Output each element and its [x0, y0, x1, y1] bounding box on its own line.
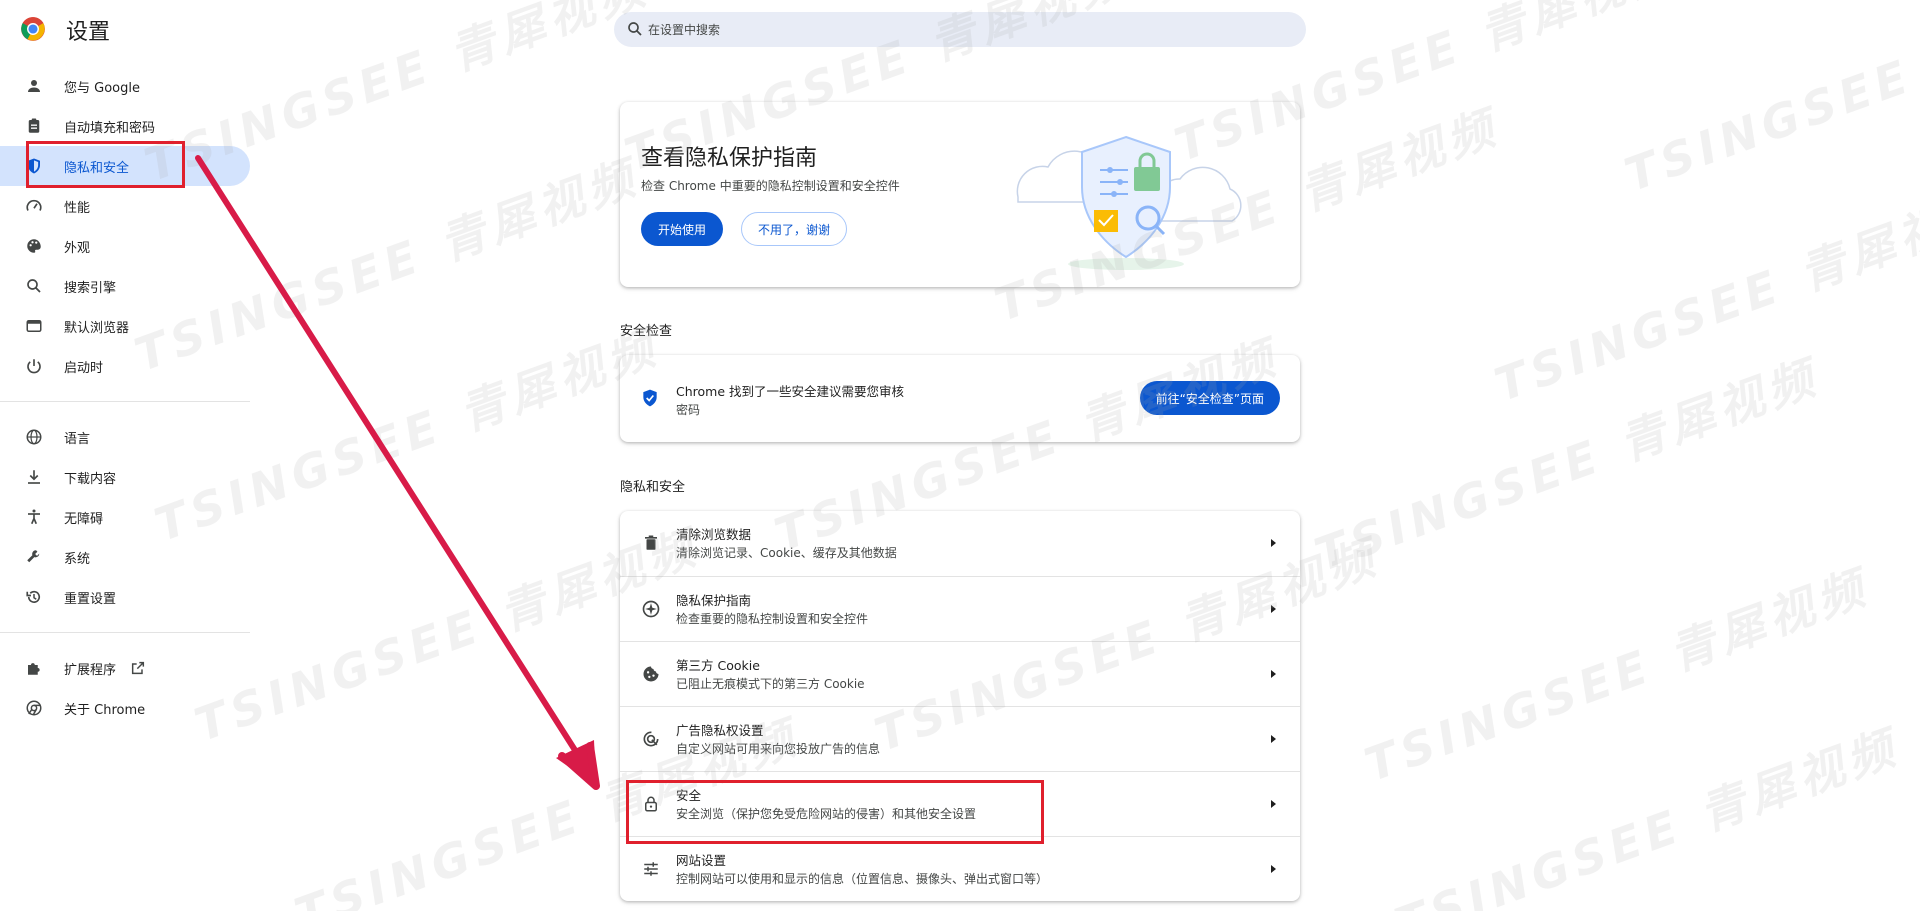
watermark-text: TSINGSEE 青犀视频 [1357, 559, 1877, 793]
privacy-guide-title: 查看隐私保护指南 [641, 146, 818, 171]
sidebar-item-label: 下载内容 [64, 471, 117, 487]
sidebar-item-you-and-google[interactable]: 您与 Google [0, 66, 250, 106]
sidebar-item-downloads[interactable]: 下载内容 [0, 457, 250, 497]
ad-privacy-row[interactable]: 广告隐私权设置 自定义网站可用来向您投放广告的信息 [620, 706, 1300, 771]
speedometer-icon [24, 196, 44, 216]
external-link-icon [130, 659, 148, 677]
sidebar-item-label: 外观 [64, 240, 91, 256]
globe-icon [24, 427, 44, 447]
sidebar-item-extensions[interactable]: 扩展程序 [0, 648, 250, 688]
safety-check-heading: 安全检查 [620, 324, 673, 339]
sidebar-item-label: 自动填充和密码 [64, 120, 156, 136]
watermark-text: TSINGSEE 青犀视频 [1487, 179, 1920, 413]
download-icon [24, 467, 44, 487]
sidebar-item-label: 系统 [64, 551, 91, 567]
row-subtitle: 控制网站可以使用和显示的信息（位置信息、摄像头、弹出式窗口等） [676, 872, 1049, 886]
sidebar-item-reset[interactable]: 重置设置 [0, 577, 250, 617]
ads-icon [640, 728, 662, 750]
sidebar-item-performance[interactable]: 性能 [0, 186, 250, 226]
person-icon [24, 76, 44, 96]
search-placeholder: 在设置中搜索 [648, 23, 721, 37]
row-title: 广告隐私权设置 [676, 723, 764, 738]
sidebar-divider [0, 401, 250, 402]
row-subtitle: 自定义网站可用来向您投放广告的信息 [676, 742, 881, 756]
privacy-guide-subtitle: 检查 Chrome 中重要的隐私控制设置和安全控件 [641, 179, 900, 193]
sidebar-item-label: 扩展程序 [64, 662, 117, 678]
sidebar-item-label: 启动时 [64, 360, 104, 376]
row-subtitle: 清除浏览记录、Cookie、缓存及其他数据 [676, 546, 897, 560]
history-icon [24, 587, 44, 607]
annotation-highlight-security [626, 780, 1044, 844]
row-title: 网站设置 [676, 853, 727, 868]
no-thanks-button[interactable]: 不用了，谢谢 [741, 212, 848, 246]
sidebar-item-label: 语言 [64, 431, 91, 447]
row-title: 第三方 Cookie [676, 658, 760, 673]
accessibility-icon [24, 507, 44, 527]
sidebar-item-autofill[interactable]: 自动填充和密码 [0, 106, 250, 146]
site-settings-row[interactable]: 网站设置 控制网站可以使用和显示的信息（位置信息、摄像头、弹出式窗口等） [620, 836, 1300, 901]
sidebar-item-appearance[interactable]: 外观 [0, 226, 250, 266]
power-icon [24, 356, 44, 376]
sidebar-item-label: 无障碍 [64, 511, 104, 527]
watermark-text: TSINGSEE 青犀视频 [1387, 719, 1907, 911]
page-title: 设置 [66, 20, 111, 45]
wrench-icon [24, 547, 44, 567]
go-to-safety-check-button[interactable]: 前往“安全检查”页面 [1139, 381, 1280, 415]
sidebar-divider [0, 632, 250, 633]
search-icon [24, 276, 44, 296]
chrome-logo [21, 17, 45, 41]
puzzle-icon [24, 658, 44, 678]
sidebar-item-languages[interactable]: 语言 [0, 417, 250, 457]
safety-check-card: Chrome 找到了一些安全建议需要您审核 密码 前往“安全检查”页面 [620, 355, 1300, 442]
sidebar-item-label: 默认浏览器 [64, 320, 130, 336]
chevron-right-icon [1271, 539, 1276, 547]
sidebar-item-system[interactable]: 系统 [0, 537, 250, 577]
row-subtitle: 已阻止无痕模式下的第三方 Cookie [676, 677, 865, 691]
sidebar-item-default-browser[interactable]: 默认浏览器 [0, 306, 250, 346]
chrome-icon [24, 698, 44, 718]
annotation-highlight-privacy [26, 141, 185, 188]
sliders-icon [640, 858, 662, 880]
chevron-right-icon [1271, 800, 1276, 808]
get-started-button[interactable]: 开始使用 [641, 212, 724, 246]
row-title: 清除浏览数据 [676, 527, 752, 542]
chevron-right-icon [1271, 605, 1276, 613]
safety-check-subtitle: 密码 [676, 403, 701, 417]
cookie-icon [640, 663, 662, 685]
sidebar-item-accessibility[interactable]: 无障碍 [0, 497, 250, 537]
sidebar-item-on-startup[interactable]: 启动时 [0, 346, 250, 386]
privacy-guide-row[interactable]: 隐私保护指南 检查重要的隐私控制设置和安全控件 [620, 576, 1300, 641]
search-input[interactable]: 在设置中搜索 [614, 12, 1306, 47]
privacy-guide-card: 查看隐私保护指南 检查 Chrome 中重要的隐私控制设置和安全控件 开始使用 … [620, 102, 1300, 287]
browser-icon [24, 316, 44, 336]
palette-icon [24, 236, 44, 256]
sidebar-item-label: 性能 [64, 200, 91, 216]
row-subtitle: 检查重要的隐私控制设置和安全控件 [676, 612, 869, 626]
chevron-right-icon [1271, 735, 1276, 743]
shield-check-icon [643, 389, 657, 407]
third-party-cookies-row[interactable]: 第三方 Cookie 已阻止无痕模式下的第三方 Cookie [620, 641, 1300, 706]
sidebar-item-label: 重置设置 [64, 591, 117, 607]
clear-browsing-data-row[interactable]: 清除浏览数据 清除浏览记录、Cookie、缓存及其他数据 [620, 511, 1300, 576]
clipboard-icon [24, 116, 44, 136]
sidebar-item-label: 您与 Google [64, 80, 140, 96]
sidebar-item-label: 关于 Chrome [64, 702, 146, 718]
row-title: 隐私保护指南 [676, 593, 752, 608]
compass-icon [640, 598, 662, 620]
sidebar-item-about-chrome[interactable]: 关于 Chrome [0, 688, 250, 728]
privacy-guide-illustration [1016, 135, 1242, 270]
trash-icon [640, 532, 662, 554]
chevron-right-icon [1271, 670, 1276, 678]
sidebar-item-label: 搜索引擎 [64, 280, 117, 296]
privacy-security-heading: 隐私和安全 [620, 480, 686, 495]
sidebar-item-search-engine[interactable]: 搜索引擎 [0, 266, 250, 306]
watermark-text: TSINGSEE 青犀视频 [1307, 349, 1827, 583]
chevron-right-icon [1271, 865, 1276, 873]
watermark-text: TSINGSEE 青犀视频 [1617, 0, 1920, 203]
safety-check-title: Chrome 找到了一些安全建议需要您审核 [676, 384, 905, 399]
search-icon [628, 22, 642, 36]
